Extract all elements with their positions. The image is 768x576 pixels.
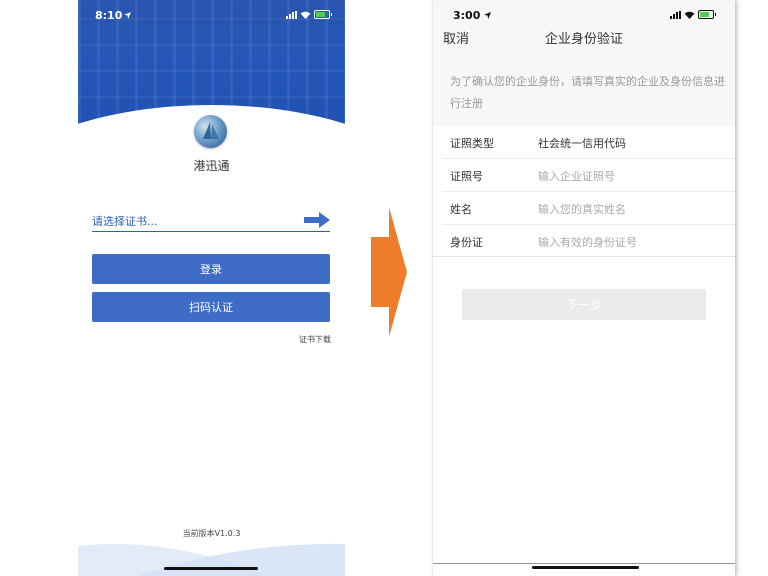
scan-auth-button[interactable]: 扫码认证 xyxy=(92,292,330,322)
certificate-select[interactable]: 请选择证书... xyxy=(92,211,330,232)
license-type-field[interactable]: 证照类型 社会统一信用代码 xyxy=(442,126,735,159)
home-indicator xyxy=(532,566,639,569)
app-version: 当前版本V1.0.3 xyxy=(182,529,241,538)
certificate-download-link[interactable]: 证书下载 xyxy=(299,334,331,345)
home-indicator xyxy=(164,567,258,570)
field-placeholder: 输入企业证照号 xyxy=(538,170,615,183)
field-label: 证照号 xyxy=(450,170,483,183)
field-placeholder: 输入您的真实姓名 xyxy=(538,203,626,216)
field-placeholder: 输入有效的身份证号 xyxy=(538,236,637,249)
form-divider xyxy=(433,256,735,257)
verify-screen: 取消 企业身份验证 3:00 为了确认您的企业身份，请填写真实的企业及身份信息进… xyxy=(433,0,735,576)
status-time: 3:00 xyxy=(453,9,481,22)
field-label: 证照类型 xyxy=(450,137,494,150)
signal-icon xyxy=(286,10,297,19)
app-logo xyxy=(194,115,227,148)
login-button[interactable]: 登录 xyxy=(92,254,330,284)
status-icons xyxy=(286,10,332,19)
bottom-edge xyxy=(433,563,735,564)
flow-arrow-icon xyxy=(371,207,407,337)
status-icons xyxy=(670,10,716,19)
id-card-field[interactable]: 身份证 输入有效的身份证号 xyxy=(442,225,735,257)
field-label: 姓名 xyxy=(450,203,472,216)
next-step-button[interactable]: 下一步 xyxy=(462,289,706,320)
page-title: 企业身份验证 xyxy=(544,32,623,47)
nav-bar: 取消 企业身份验证 xyxy=(433,0,735,52)
wifi-icon xyxy=(684,11,695,19)
name-field[interactable]: 姓名 输入您的真实姓名 xyxy=(442,192,735,225)
battery-icon xyxy=(314,10,332,19)
app-name: 港迅通 xyxy=(193,159,230,173)
field-value: 社会统一信用代码 xyxy=(538,137,626,150)
location-arrow-icon xyxy=(484,12,491,19)
notice-text: 为了确认您的企业身份，请填写真实的企业及身份信息进行注册 xyxy=(450,75,725,110)
login-screen: 8:10 港迅通 请选择证书... 登录 扫码认证 证书下载 当前版本V1.0.… xyxy=(78,0,345,576)
license-number-field[interactable]: 证照号 输入企业证照号 xyxy=(442,159,735,192)
location-arrow-icon xyxy=(124,12,131,19)
battery-icon xyxy=(698,10,716,19)
footer-waves xyxy=(78,543,345,576)
arrow-right-icon[interactable] xyxy=(304,212,330,228)
notice-panel: 为了确认您的企业身份，请填写真实的企业及身份信息进行注册 xyxy=(433,52,735,126)
status-time: 8:10 xyxy=(95,9,123,22)
signal-icon xyxy=(670,10,681,19)
field-label: 身份证 xyxy=(450,236,483,249)
wifi-icon xyxy=(300,11,311,19)
certificate-select-placeholder: 请选择证书... xyxy=(92,215,158,228)
cancel-button[interactable]: 取消 xyxy=(443,28,469,47)
